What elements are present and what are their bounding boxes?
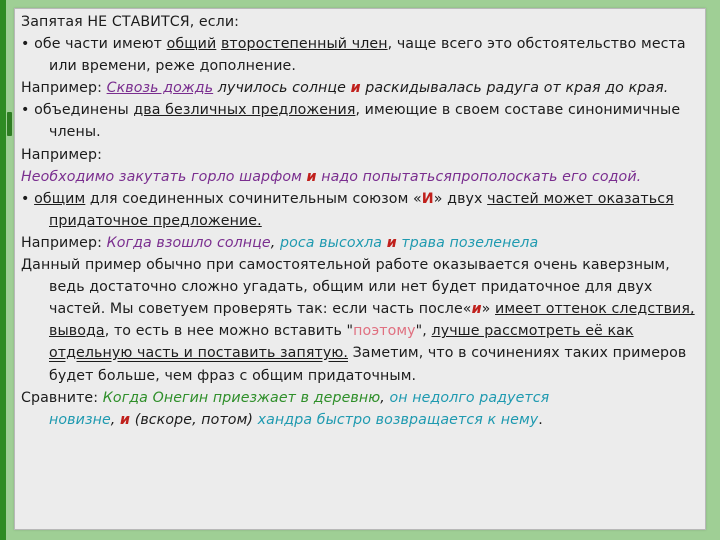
example-2: Необходимо закутать горло шарфом и надо … bbox=[21, 166, 693, 188]
example-part-1: новизне bbox=[49, 411, 111, 428]
example-text: лучилось солнце bbox=[213, 80, 351, 97]
underlined-text: два безличных предложения bbox=[133, 102, 356, 119]
text-segment: ведь достаточно сложно угадать, общим ил… bbox=[49, 279, 653, 296]
example-label: Например: bbox=[21, 80, 107, 97]
inserted-word: поэтому bbox=[353, 323, 416, 340]
text-segment: . bbox=[538, 411, 543, 428]
explanation-line-6: будет больше, чем фраз с общим придаточн… bbox=[21, 365, 693, 387]
underlined-text: придаточное предложение. bbox=[49, 212, 262, 229]
conjunction-i: и bbox=[306, 168, 317, 185]
rule-2-line-2: члены. bbox=[21, 121, 693, 143]
example-1: Например: Сквозь дождь лучилось солнце и… bbox=[21, 77, 693, 99]
rule-2-line-1: • объединены два безличных предложения, … bbox=[21, 99, 693, 121]
slide-content: Запятая НЕ СТАВИТСЯ, если: • обе части и… bbox=[21, 11, 695, 431]
text-segment: ", bbox=[415, 323, 432, 340]
example-text: , bbox=[380, 389, 390, 406]
text-segment: будет больше, чем фраз с общим придаточн… bbox=[49, 367, 417, 384]
example-2-label: Например: bbox=[21, 144, 693, 166]
example-label: Сравните: bbox=[21, 389, 103, 406]
example-label: Например: bbox=[21, 234, 107, 251]
example-part-2: хандра быстро возвращается к нему bbox=[257, 411, 539, 428]
text-segment: Данный пример обычно при самостоятельной… bbox=[21, 257, 670, 274]
left-accent-mark bbox=[7, 112, 12, 136]
rule-1-line-1: • обе части имеют общий второстепенный ч… bbox=[21, 33, 693, 55]
conjunction-i: И bbox=[421, 190, 434, 207]
left-green-bar bbox=[0, 0, 6, 540]
text-segment: • объединены bbox=[21, 102, 134, 119]
example-part-1: Необходимо закутать горло шарфом bbox=[21, 168, 307, 185]
slide-panel: Запятая НЕ СТАВИТСЯ, если: • обе части и… bbox=[14, 8, 706, 530]
comparison-line-1: Сравните: Когда Онегин приезжает в дерев… bbox=[21, 387, 693, 409]
text-segment: • обе части имеют bbox=[21, 36, 167, 53]
text-segment: для соединенных сочинительным союзом « bbox=[85, 190, 422, 207]
explanation-line-4: вывода, то есть в нее можно вставить "по… bbox=[21, 320, 693, 342]
conjunction-i: и bbox=[471, 301, 482, 318]
comparison-line-2: новизне, и (вскоре, потом) хандра быстро… bbox=[21, 409, 693, 431]
underlined-text: лучше рассмотреть её как bbox=[431, 323, 634, 340]
example-circumstance: Сквозь дождь bbox=[106, 80, 214, 97]
example-label: Например: bbox=[21, 146, 102, 163]
example-text: (вскоре, потом) bbox=[130, 411, 258, 428]
example-part-2: надо попытатьсяпрополоскать его содой. bbox=[316, 168, 642, 185]
conjunction-i: и bbox=[120, 411, 131, 428]
text-segment: частей. Мы советуем проверять так: если … bbox=[49, 301, 472, 318]
text-segment: , имеющие в своем составе синонимичные bbox=[355, 102, 681, 119]
text-segment: , то есть в нее можно вставить " bbox=[104, 323, 354, 340]
underlined-text: имеет оттенок следствия, bbox=[495, 301, 695, 318]
text-segment: » двух bbox=[433, 190, 488, 207]
text-segment: • bbox=[21, 190, 35, 207]
rule-3-line-2: придаточное предложение. bbox=[21, 210, 693, 232]
example-subordinate: Когда взошло солнце bbox=[106, 234, 271, 251]
underlined-text: общим bbox=[34, 190, 86, 207]
text-segment: » bbox=[481, 301, 495, 318]
explanation-line-3: частей. Мы советуем проверять так: если … bbox=[21, 298, 695, 320]
explanation-line-2: ведь достаточно сложно угадать, общим ил… bbox=[21, 276, 693, 298]
example-text: , bbox=[110, 411, 121, 428]
example-text: раскидывалась радуга от края до края. bbox=[360, 80, 669, 97]
underlined-text: вывода bbox=[49, 323, 105, 340]
example-text: , bbox=[270, 234, 280, 251]
underlined-text: отдельную часть и поставить запятую. bbox=[49, 345, 348, 362]
rule-1-line-2: или времени, реже дополнение. bbox=[21, 55, 693, 77]
conjunction-i: и bbox=[350, 80, 361, 97]
underlined-text: частей может оказаться bbox=[487, 190, 674, 207]
header-emphasis: Запятая НЕ СТАВИТСЯ bbox=[21, 14, 190, 30]
text-segment: члены. bbox=[49, 124, 101, 141]
example-3: Например: Когда взошло солнце, роса высо… bbox=[21, 232, 693, 254]
text-segment: , чаще всего это обстоятельство места bbox=[387, 36, 686, 53]
example-subordinate: Когда Онегин приезжает в деревню bbox=[102, 389, 381, 406]
explanation-line-1: Данный пример обычно при самостоятельной… bbox=[21, 254, 693, 276]
example-part-2: трава позеленела bbox=[396, 234, 539, 251]
rule-header: Запятая НЕ СТАВИТСЯ, если: bbox=[21, 11, 693, 33]
header-tail: , если: bbox=[189, 14, 240, 30]
conjunction-i: и bbox=[386, 234, 397, 251]
example-part-1: он недолго радуется bbox=[389, 389, 550, 406]
example-part-1: роса высохла bbox=[279, 234, 387, 251]
text-segment: или времени, реже дополнение. bbox=[49, 58, 296, 75]
text-segment: Заметим, что в сочинениях таких примеров bbox=[347, 345, 687, 362]
explanation-line-5: отдельную часть и поставить запятую. Зам… bbox=[21, 342, 693, 364]
rule-3-line-1: • общим для соединенных сочинительным со… bbox=[21, 188, 693, 210]
underlined-text: второстепенный член bbox=[220, 36, 388, 53]
underlined-text: общий bbox=[166, 36, 217, 53]
